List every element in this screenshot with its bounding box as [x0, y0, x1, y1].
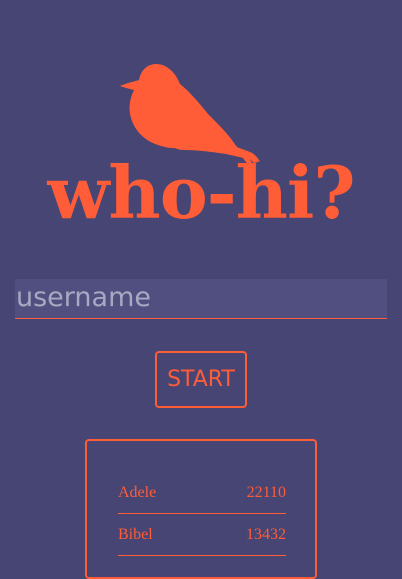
player-name: Bibel	[118, 525, 153, 543]
leaderboard-panel: Adele 22110 Bibel 13432	[85, 439, 317, 579]
leaderboard-list: Adele 22110 Bibel 13432	[118, 472, 286, 556]
player-name: Adele	[118, 483, 157, 501]
start-button[interactable]: START	[155, 351, 247, 408]
username-input[interactable]	[15, 279, 387, 319]
leaderboard-row: Bibel 13432	[118, 514, 286, 556]
leaderboard-row: Adele 22110	[118, 472, 286, 514]
player-score: 13432	[246, 525, 286, 543]
player-score: 22110	[246, 483, 286, 501]
app-logo: who-hi?	[0, 0, 402, 240]
logo-text: who-hi?	[47, 150, 355, 235]
